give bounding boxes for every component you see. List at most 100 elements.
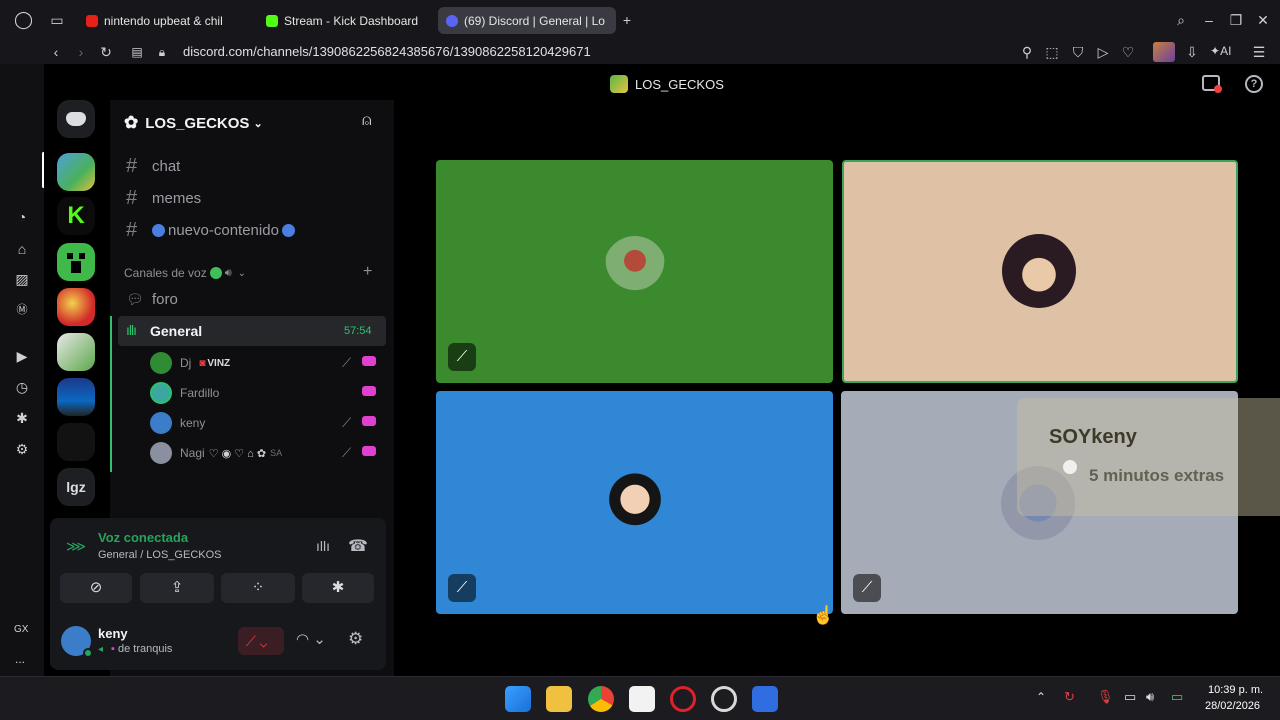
discord-home-button[interactable] <box>57 100 95 138</box>
voice-user[interactable]: Dj ◙ VINZ ⟋ <box>150 349 386 377</box>
more-icon[interactable]: ... <box>15 652 25 666</box>
heart-icon[interactable]: ♡ <box>1119 44 1137 60</box>
video-tile[interactable]: ⟋ <box>436 160 833 383</box>
speed-dial-icon[interactable]: ◔ <box>13 209 31 225</box>
invite-icon[interactable]: ⍝ <box>362 112 372 130</box>
history-icon[interactable]: ◷ <box>13 379 31 395</box>
new-tab-button[interactable]: + <box>618 12 636 28</box>
channel-nuevo-contenido[interactable]: # nuevo-contenido <box>118 215 386 245</box>
share-screen-button[interactable]: ⇪ <box>140 573 214 603</box>
roblox-studio-icon[interactable] <box>752 686 778 712</box>
search-icon[interactable]: ⌕ <box>1172 12 1190 28</box>
mouse-cursor-icon: ☝ <box>812 605 835 625</box>
gx-corner-icon[interactable]: ⌂ <box>13 241 31 257</box>
help-icon[interactable]: ? <box>1245 75 1263 93</box>
server-car[interactable] <box>57 378 95 416</box>
workspaces-icon[interactable]: ▭ <box>48 12 66 28</box>
avatar[interactable] <box>61 626 93 658</box>
green-circle-icon <box>209 267 222 279</box>
tray-expand-icon[interactable]: ⌃ <box>1036 690 1046 704</box>
file-explorer-icon[interactable] <box>546 686 572 712</box>
mute-mic-button[interactable]: ⟋ ⌄ <box>238 627 284 655</box>
sync-icon[interactable]: ↻ <box>1064 689 1075 705</box>
opera-gx-icon[interactable] <box>670 686 696 712</box>
server-soccer[interactable] <box>57 333 95 371</box>
activities-button[interactable]: ⁘ <box>221 573 295 603</box>
video-tile[interactable]: ⟋ <box>436 391 833 614</box>
voice-user[interactable]: Nagi ♡ ◉ ♡ ⌂ ✿ SA ⟋ <box>150 439 386 467</box>
avatar <box>150 352 172 374</box>
lock-icon[interactable]: 🔒︎ <box>153 44 171 60</box>
play-icon[interactable]: ▷ <box>1094 44 1112 60</box>
capcut-icon[interactable] <box>629 686 655 712</box>
tab-kick[interactable]: Stream - Kick Dashboard <box>258 7 430 34</box>
mic-muted-icon: ⟋ <box>342 415 352 430</box>
soundboard-button[interactable]: ✱ <box>302 573 374 603</box>
voice-status[interactable]: Voz conectada <box>98 530 188 545</box>
player-icon[interactable]: ▶ <box>13 348 31 364</box>
inbox-icon[interactable] <box>1202 75 1222 93</box>
forward-button[interactable]: › <box>72 44 90 60</box>
clock-date[interactable]: 28/02/2026 <box>1205 700 1260 712</box>
start-icon[interactable] <box>505 686 531 712</box>
status-text[interactable]: ▪ de tranquis <box>111 643 172 655</box>
ai-button[interactable]: ✦AI <box>1210 44 1231 58</box>
battery-icon[interactable]: ▭ <box>1171 689 1183 705</box>
channel-general-voice[interactable]: ıllı General 57:54 <box>118 316 386 346</box>
profile-avatar[interactable] <box>1153 42 1175 62</box>
shield-icon[interactable]: ⛉ <box>1069 44 1087 60</box>
voice-location[interactable]: General / LOS_GECKOS <box>98 549 222 561</box>
twitch-icon[interactable]: ▨ <box>13 271 31 287</box>
network-icon[interactable]: ▭ <box>1124 689 1136 705</box>
reload-button[interactable]: ↻ <box>97 44 115 60</box>
noise-suppression-icon[interactable]: ıllı <box>316 538 330 554</box>
easy-setup-icon[interactable]: ☰ <box>1250 44 1268 60</box>
voice-user[interactable]: Fardillo <box>150 379 386 407</box>
chrome-icon[interactable] <box>588 686 614 712</box>
server-creeper[interactable] <box>57 243 95 281</box>
online-status-icon <box>83 648 93 658</box>
messenger-icon[interactable]: Ⓜ <box>13 302 31 318</box>
video-tile[interactable] <box>842 160 1238 383</box>
voice-category-header[interactable]: Canales de voz 🔊︎ ⌄ <box>124 266 246 280</box>
clock-time[interactable]: 10:39 p. m. <box>1208 684 1263 696</box>
user-name[interactable]: keny <box>98 626 128 641</box>
snapshot-icon[interactable]: ⬚ <box>1043 44 1061 60</box>
close-window-button[interactable]: ✕ <box>1254 12 1272 28</box>
server-dark[interactable] <box>57 423 95 461</box>
microphone-icon[interactable]: 🎙︎ <box>1097 689 1114 705</box>
hash-icon: # <box>126 186 138 209</box>
channel-chat[interactable]: # chat <box>118 151 386 181</box>
channel-foro[interactable]: 💬︎ foro <box>118 284 386 314</box>
voice-user[interactable]: keny ⟋ <box>150 409 386 437</box>
obs-icon[interactable] <box>711 686 737 712</box>
disconnect-icon[interactable]: ☎ <box>348 536 368 556</box>
opera-menu-icon[interactable]: ◯ <box>14 11 33 28</box>
speaker-icon: 🔊︎ <box>224 266 232 279</box>
volume-icon[interactable]: 🔊︎ <box>1146 689 1154 705</box>
url-field[interactable]: discord.com/channels/1390862256824385676… <box>183 44 591 59</box>
download-icon[interactable]: ⇩ <box>1183 44 1201 60</box>
channel-memes[interactable]: # memes <box>118 183 386 213</box>
server-los-geckos[interactable] <box>57 153 95 191</box>
create-channel-button[interactable]: + <box>363 263 372 281</box>
hash-icon: # <box>126 218 138 241</box>
tab-discord[interactable]: (69) Discord | General | Lo <box>438 7 616 34</box>
headphones-icon[interactable]: ◠ ⌄ <box>296 630 326 648</box>
channel-label: foro <box>152 290 178 308</box>
server-lgz[interactable]: lgz <box>57 468 95 506</box>
settings-icon[interactable]: ⚙ <box>13 441 31 457</box>
server-mario[interactable] <box>57 288 95 326</box>
pin-icon[interactable]: ⚲ <box>1018 44 1036 60</box>
tab-youtube[interactable]: nintendo upbeat & chil <box>78 7 248 34</box>
server-header[interactable]: ✿ LOS_GECKOS ⌄ <box>124 113 263 133</box>
gx-label[interactable]: GX <box>14 624 28 635</box>
user-settings-icon[interactable]: ⚙ <box>348 629 363 649</box>
minimize-button[interactable]: – <box>1200 12 1218 28</box>
camera-button[interactable]: ⊘ <box>60 573 132 603</box>
page-info-icon[interactable]: ▤ <box>128 44 146 60</box>
maximize-button[interactable]: ❐ <box>1227 12 1245 28</box>
back-button[interactable]: ‹ <box>47 44 65 60</box>
extensions-icon[interactable]: ✱ <box>13 410 31 426</box>
server-kick[interactable]: K <box>57 197 95 235</box>
